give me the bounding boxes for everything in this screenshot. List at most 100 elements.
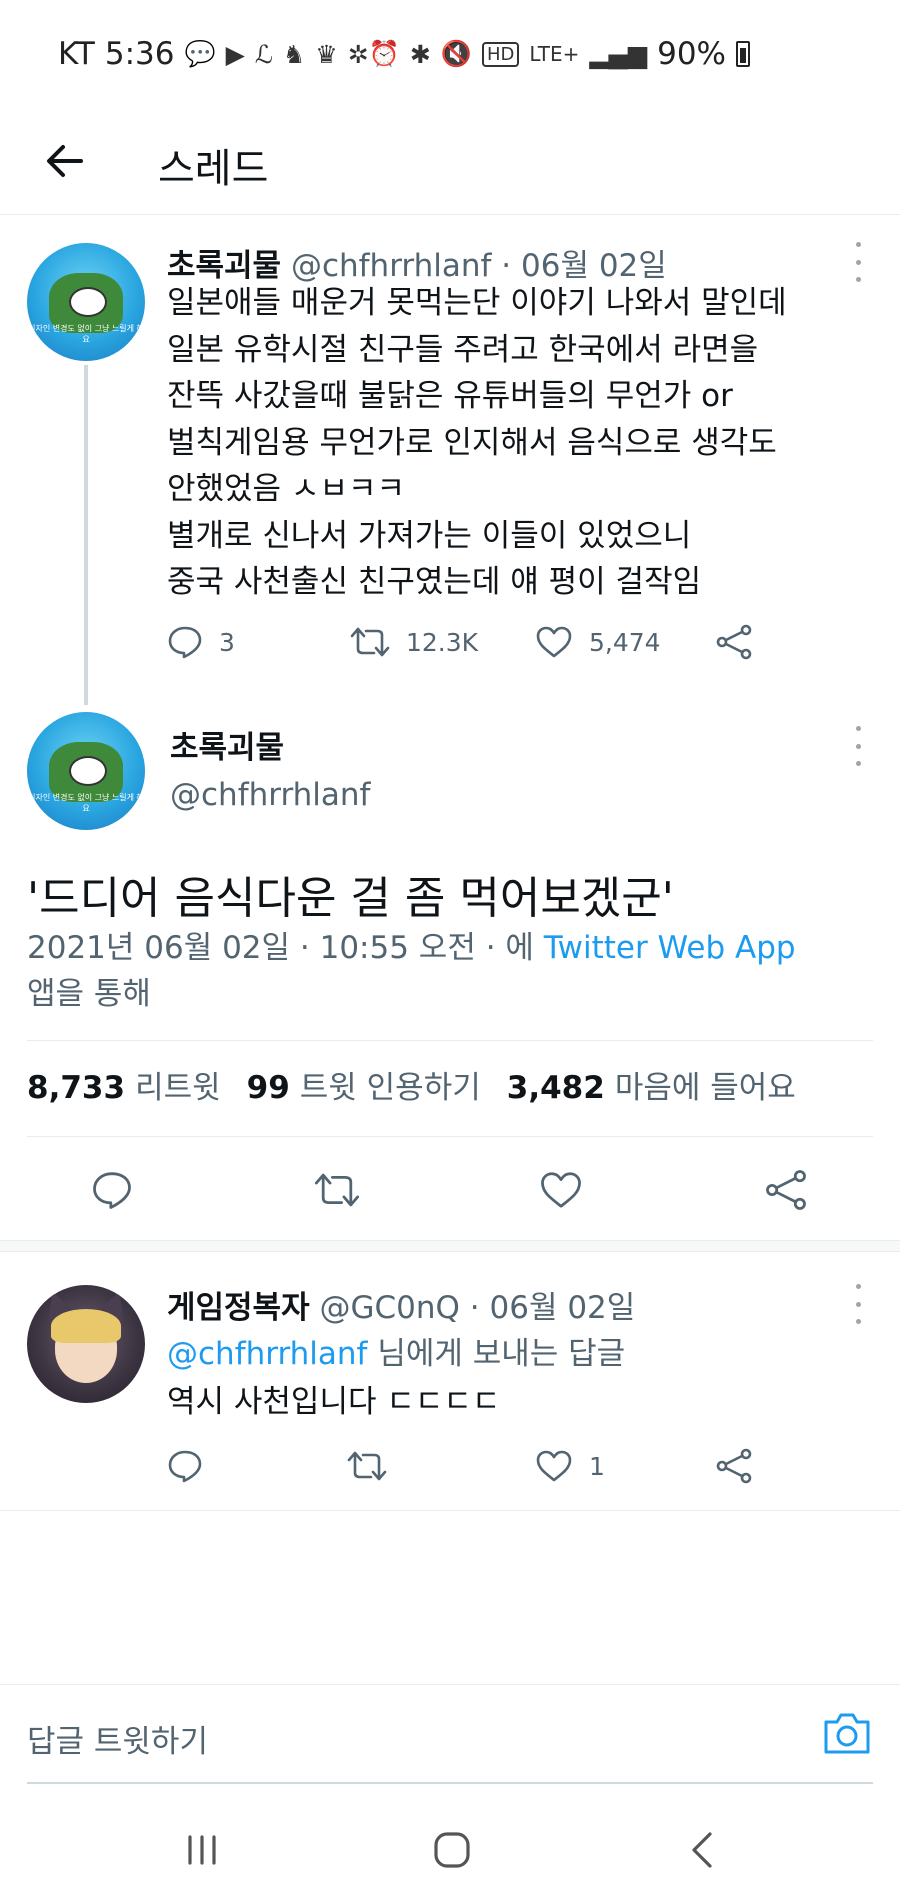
source-suffix: 앱을 통해 [27,976,151,1012]
more-dot-icon [855,1319,861,1324]
reply-icon [168,626,202,659]
crown-icon: ♛ [315,39,338,69]
reply-input-underline [27,1782,873,1784]
reply-input[interactable]: 답글 트윗하기 [27,1716,208,1761]
quotes-stat[interactable]: 99 트윗 인용하기 [247,1062,481,1107]
tweet-stats: 8,733 리트윗 99 트윗 인용하기 3,482 마음에 들어요 [27,1062,796,1107]
quotes-count: 99 [246,1070,290,1106]
more-dot-icon [855,726,861,731]
home-icon [434,1832,470,1868]
system-nav-bar [0,1800,900,1900]
tweet-line: 역시 사천입니다 ㄷㄷㄷㄷ [167,1384,501,1420]
status-bar: KT 5:36 💬 ▶ ℒ ♞ ♛ ✲ ⏰ ✱ 🔇 HD LTE+ ▂▄▆ 90… [0,0,900,110]
date-separator: · [501,248,512,284]
divider [0,1510,900,1511]
thread-header: 스레드 [0,110,900,215]
tweet-timestamp[interactable]: 2021년 06월 02일 · 10:55 오전 · 에 [27,930,544,966]
youtube-icon: ▶ [225,39,245,69]
anime-hair-art [51,1309,121,1343]
clock: 5:36 [104,36,175,72]
battery-icon [736,41,750,67]
retweet-count: 12.3K [406,627,479,657]
reply-button[interactable] [167,1441,219,1491]
source-app-link[interactable]: Twitter Web App [544,930,796,966]
mention-link[interactable]: @chfhrrhlanf [167,1336,367,1372]
tweet-actions: 1 [167,1441,787,1491]
more-options-button[interactable] [848,1284,868,1324]
network-label: LTE+ [529,42,580,66]
tweet-text: '드디어 음식다운 걸 좀 먹어보겠군' [27,873,674,924]
retweet-button[interactable] [307,1160,367,1220]
more-options-button[interactable] [848,726,868,766]
nav-back-button[interactable] [672,1820,732,1880]
camera-button[interactable] [822,1710,872,1760]
tweet-meta: 2021년 06월 02일 · 10:55 오전 · 에 Twitter Web… [27,925,857,1017]
retweets-stat[interactable]: 8,733 리트윗 [27,1062,221,1107]
like-count: 1 [589,1451,605,1481]
talk-icon: 💬 [184,39,216,68]
author-handle[interactable]: @GC0nQ [319,1290,459,1326]
retweet-icon [314,1173,360,1207]
tweet-line: 별개로 신나서 가져가는 이들이 있었으니 [167,517,692,554]
tweet-line: 일본애들 매운거 못먹는단 이야기 나와서 말인데 [167,285,787,321]
author-handle[interactable]: @chfhrrhlanf [170,777,370,813]
likes-stat[interactable]: 3,482 마음에 들어요 [507,1062,796,1107]
share-button[interactable] [715,1441,753,1491]
author-name[interactable]: 초록괴물 [170,722,284,767]
recents-button[interactable] [172,1820,232,1880]
more-dot-icon [855,1301,861,1307]
focused-tweet-actions [0,1160,900,1220]
replying-to: @chfhrrhlanf 님에게 보내는 답글 [167,1328,625,1373]
back-button[interactable] [40,134,90,188]
reply-icon [93,1172,131,1209]
bluetooth-icon: ✱ [409,39,431,69]
reply-button[interactable] [82,1160,142,1220]
back-chevron-icon [692,1832,712,1868]
retweets-label: 리트윗 [135,1070,221,1106]
retweet-button[interactable]: 12.3K [350,617,478,667]
more-dot-icon [855,1284,861,1289]
recents-icon [188,1835,216,1865]
share-button[interactable] [715,617,753,667]
camera-icon [824,1713,870,1754]
tweet-date[interactable]: 06월 02일 [490,1290,636,1326]
share-icon [716,1448,752,1484]
heart-icon [541,1172,581,1208]
avatar[interactable]: 디자인 변경도 없이 그냥 느릴게 해요 [27,243,145,361]
share-button[interactable] [756,1160,816,1220]
more-dot-icon [855,743,861,749]
author-handle[interactable]: @chfhrrhlanf [291,248,491,284]
tweet-header: 게임정복자 @GC0nQ · 06월 02일 [167,1282,635,1327]
section-divider [0,1240,900,1252]
status-left: KT 5:36 💬 ▶ ℒ ♞ ♛ ✲ [58,36,369,72]
replying-to-label: 님에게 보내는 답글 [367,1336,626,1372]
avatar[interactable]: 디자인 변경도 없이 그냥 느릴게 해요 [27,712,145,830]
like-button[interactable] [531,1160,591,1220]
author-name[interactable]: 게임정복자 [167,1290,310,1326]
retweet-button[interactable] [347,1441,403,1491]
like-button[interactable]: 1 [535,1441,605,1491]
author-name[interactable]: 초록괴물 [167,248,281,284]
like-count: 5,474 [589,627,661,657]
avatar[interactable] [27,1285,145,1403]
arrow-left-icon [47,145,83,177]
settings-cluster-icon: ✲ [347,39,369,69]
battery-label: 90% [657,36,726,72]
tweet-header: 초록괴물 @chfhrrhlanf · 06월 02일 [167,240,667,285]
tweet-date[interactable]: 06월 02일 [521,248,667,284]
tweet-line: 벌칙게임용 무언가로 인지해서 음식으로 생각도 [167,424,777,461]
share-icon [716,624,752,660]
tweet-text: 일본애들 매운거 못먹는단 이야기 나와서 말인데 일본 유학시절 친구들 주려… [167,280,787,606]
quotes-label: 트윗 인용하기 [299,1070,481,1106]
heart-icon [536,1450,572,1482]
tweet-line: 잔뜩 사갔을때 불닭은 유튜버들의 무언가 or [167,378,733,414]
home-button[interactable] [422,1820,482,1880]
tweet-text: 역시 사천입니다 ㄷㄷㄷㄷ [167,1379,500,1426]
status-right: ⏰ ✱ 🔇 HD LTE+ ▂▄▆ 90% [369,36,750,72]
like-button[interactable]: 5,474 [535,617,661,667]
lineage-icon: ℒ [254,39,273,69]
reply-button[interactable]: 3 [167,617,235,667]
divider [27,1136,873,1137]
likes-label: 마음에 들어요 [614,1070,796,1106]
more-options-button[interactable] [848,242,868,282]
